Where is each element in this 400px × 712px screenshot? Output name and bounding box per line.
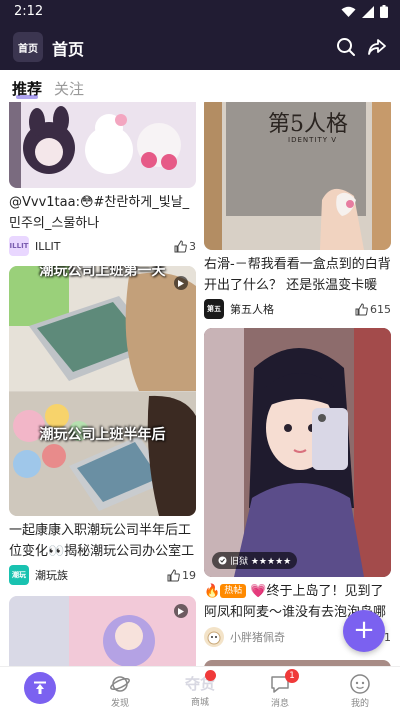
nav-mall[interactable]: 夺货 商城 bbox=[160, 667, 240, 712]
status-bar: 2:12 bbox=[0, 0, 400, 24]
home-icon bbox=[34, 681, 46, 694]
card-image: 潮玩公司上班第一天 潮玩公司上班半年后 bbox=[9, 266, 196, 516]
overlay-text-top: 潮玩公司上班第一天 bbox=[39, 266, 166, 279]
share-icon bbox=[368, 39, 386, 55]
app-logo[interactable]: 首页 bbox=[13, 32, 43, 62]
page-title: 首页 bbox=[52, 40, 85, 59]
play-icon bbox=[178, 607, 184, 615]
search-button[interactable] bbox=[335, 36, 357, 58]
nav-messages[interactable]: 消息 1 bbox=[240, 667, 320, 712]
like-count: 615 bbox=[370, 302, 391, 316]
battery-icon bbox=[380, 5, 388, 18]
nav-messages-label: 消息 bbox=[270, 699, 289, 709]
nav-messages-badge: 1 bbox=[285, 669, 299, 683]
tab-indicator bbox=[16, 95, 38, 99]
author-name[interactable]: 潮玩族 bbox=[35, 567, 167, 583]
avatar[interactable]: 第五 bbox=[204, 299, 224, 319]
app-header: 首页 首页 bbox=[0, 24, 400, 70]
check-circle-icon bbox=[218, 556, 227, 565]
like-count: 3 bbox=[189, 239, 196, 253]
like-count: 1 bbox=[384, 630, 391, 644]
card-meta: 第五 第五人格 615 bbox=[204, 298, 391, 320]
like-button[interactable]: 3 bbox=[174, 240, 196, 253]
card-image bbox=[9, 596, 196, 666]
card-caption: 右滑-－帮我看看一盒点到的白背开出了什么？ 还是张温变卡暖😍... bbox=[204, 257, 391, 293]
card-image bbox=[9, 102, 196, 188]
plush-toys-image bbox=[9, 102, 196, 188]
avatar[interactable]: 潮玩 bbox=[9, 565, 29, 585]
bottom-nav: 发现 夺货 商城 消息 1 我的 bbox=[0, 666, 400, 712]
card-pack-subtitle: IDENTITY V bbox=[288, 136, 338, 144]
profile-icon bbox=[350, 674, 370, 694]
card-meta: ILLIT ILLIT 3 bbox=[9, 235, 196, 257]
office-desk-image bbox=[9, 266, 196, 516]
like-count: 19 bbox=[182, 568, 196, 582]
feed-card-illit[interactable]: @Vvv1taa:😳#찬란하게_빛날_민주의_스물하나#LuckyBunny_M… bbox=[9, 102, 196, 258]
nav-home-button[interactable] bbox=[24, 672, 56, 704]
card-meta: 潮玩 潮玩族 19 bbox=[9, 564, 196, 586]
like-button[interactable]: 19 bbox=[167, 569, 196, 582]
like-button[interactable]: 1 bbox=[384, 631, 391, 644]
card-caption: @Vvv1taa:😳#찬란하게_빛날_민주의_스물하나#LuckyBunny_M… bbox=[9, 195, 190, 231]
hot-badge: 热帖 bbox=[220, 584, 247, 598]
status-time: 2:12 bbox=[14, 4, 44, 19]
cosplay-selfie-image bbox=[204, 328, 391, 577]
nav-mall-label: 商城 bbox=[190, 698, 209, 708]
card-image: 旧狱 ★★★★★ bbox=[204, 328, 391, 577]
tab-following[interactable]: 关注 bbox=[54, 78, 84, 99]
nav-home[interactable] bbox=[0, 667, 80, 712]
fire-icon: 🔥 bbox=[204, 584, 221, 599]
feed[interactable]: @Vvv1taa:😳#찬란하게_빛날_민주의_스물하나#LuckyBunny_M… bbox=[0, 102, 400, 666]
wifi-icon bbox=[341, 6, 356, 17]
thumbs-up-icon bbox=[174, 239, 187, 252]
video-play-indicator bbox=[174, 604, 188, 618]
signal-icon bbox=[362, 5, 374, 18]
nav-profile-label: 我的 bbox=[350, 699, 369, 709]
card-image: 第5人格 IDENTITY V bbox=[204, 102, 391, 250]
overlay-text-bottom: 潮玩公司上班半年后 bbox=[39, 427, 166, 443]
thumbs-up-icon bbox=[355, 302, 368, 315]
nav-mall-badge bbox=[205, 670, 216, 681]
nav-discover-label: 发现 bbox=[110, 699, 129, 709]
tag-chip[interactable]: 旧狱 ★★★★★ bbox=[212, 552, 298, 569]
feed-card-partial-left[interactable] bbox=[9, 596, 196, 666]
anime-figure-image bbox=[9, 596, 196, 666]
card-caption: 一起康康入职潮玩公司半年后工位变化👀揭秘潮玩公司办公室工位... bbox=[9, 523, 195, 559]
create-post-button[interactable]: + bbox=[343, 610, 385, 652]
card-pack-title: 第5人格 bbox=[268, 112, 348, 137]
feed-card-identity-v[interactable]: 第5人格 IDENTITY V 右滑-－帮我看看一盒点到的白背开出了什么？ 还是… bbox=[204, 102, 391, 320]
avatar[interactable] bbox=[204, 627, 224, 647]
thumbs-up-icon bbox=[167, 568, 180, 581]
dog-avatar-icon bbox=[207, 631, 221, 645]
play-icon bbox=[178, 279, 184, 287]
feed-card-chaowan[interactable]: 潮玩公司上班第一天 潮玩公司上班半年后 一起康康入职潮玩公司半年后工位变化👀揭秘… bbox=[9, 266, 196, 588]
planet-icon bbox=[110, 676, 130, 692]
like-button[interactable]: 615 bbox=[355, 303, 391, 316]
share-button[interactable] bbox=[366, 36, 388, 58]
author-name[interactable]: 第五人格 bbox=[230, 301, 355, 317]
search-icon bbox=[337, 38, 355, 56]
nav-profile[interactable]: 我的 bbox=[320, 667, 400, 712]
tag-chip-label: 旧狱 ★★★★★ bbox=[230, 557, 292, 567]
status-icons bbox=[341, 5, 388, 18]
nav-discover[interactable]: 发现 bbox=[80, 667, 160, 712]
feed-tabs: 推荐 关注 bbox=[0, 70, 400, 102]
avatar[interactable]: ILLIT bbox=[9, 236, 29, 256]
feed-card-island[interactable]: 旧狱 ★★★★★ 🔥热帖 💗终于上岛了！见到了阿凤和阿麦～谁没有去泡泡岛哪啊..… bbox=[204, 328, 391, 654]
author-name[interactable]: ILLIT bbox=[35, 240, 174, 253]
